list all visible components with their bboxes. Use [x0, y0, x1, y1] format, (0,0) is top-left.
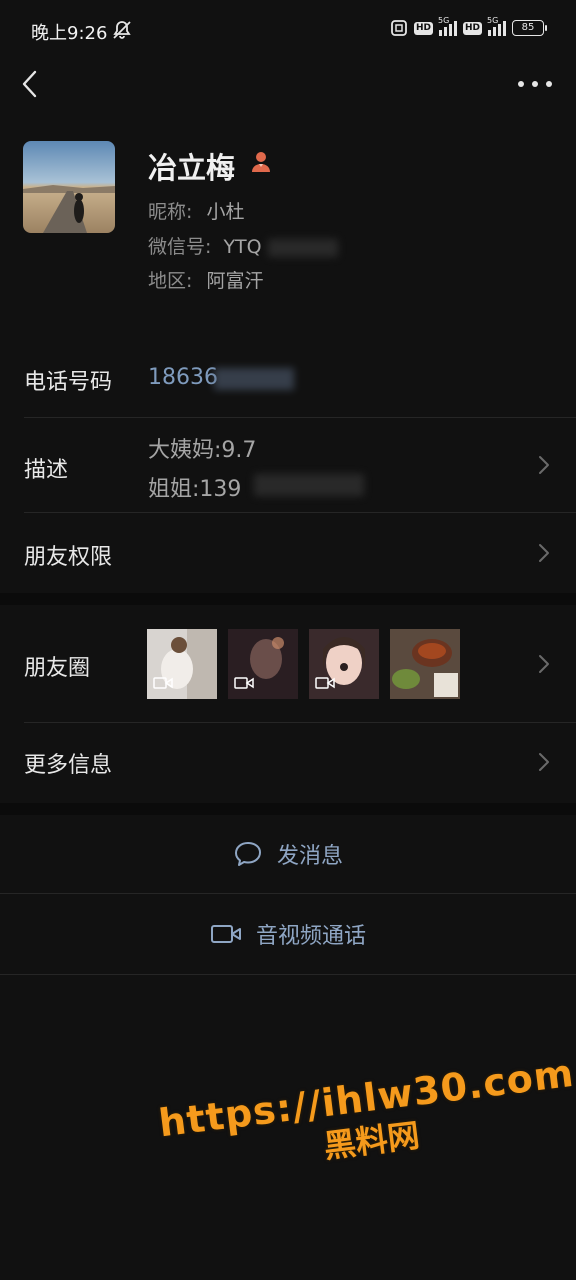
more-info-label: 更多信息: [24, 753, 113, 778]
chevron-right-icon: [538, 751, 550, 777]
description-row[interactable]: 描述 大姨妈:9.7 姐姐:139: [0, 418, 576, 513]
nickname-line: 昵称: 小杜: [148, 197, 244, 224]
moments-row[interactable]: 朋友圈: [0, 605, 576, 723]
hd-badge-2: HD: [462, 21, 482, 35]
region-value: 阿富汗: [206, 270, 264, 292]
status-time: 晚上9:26: [31, 23, 108, 44]
back-button[interactable]: [16, 66, 46, 102]
send-message-label: 发消息: [276, 844, 343, 869]
video-icon: [234, 674, 254, 693]
battery-icon: 85: [512, 20, 547, 36]
status-icons: HD 5G HD 5G 85: [390, 16, 547, 37]
back-arrow-icon: [22, 70, 37, 98]
phone-row[interactable]: 电话号码 18636: [0, 340, 576, 418]
friend-permissions-label: 朋友权限: [24, 545, 113, 570]
watermark: https://ihlw30.com 黑料网: [156, 1051, 576, 1187]
dot-icon: [546, 81, 552, 87]
region-line: 地区: 阿富汗: [148, 266, 263, 293]
section-gap: [0, 593, 576, 605]
mute-bell-icon: [111, 19, 133, 45]
nickname-value: 小杜: [206, 201, 245, 223]
moments-label: 朋友圈: [24, 656, 91, 681]
phone-value[interactable]: 18636: [148, 365, 218, 390]
chevron-right-icon: [538, 454, 550, 480]
section-gap: [0, 803, 576, 815]
chat-bubble-icon: [234, 842, 261, 866]
video-camera-icon: [210, 925, 241, 943]
nickname-label: 昵称:: [148, 201, 193, 223]
divider: [0, 974, 576, 975]
moment-thumbnail[interactable]: [309, 629, 379, 699]
avatar[interactable]: [23, 141, 115, 233]
blurred-region: [254, 474, 364, 496]
status-bar: 晚上9:26 HD 5G HD 5G 85: [0, 0, 576, 62]
moment-thumbnail[interactable]: [228, 629, 298, 699]
dot-icon: [532, 81, 538, 87]
wechat-id-value[interactable]: YTQ: [223, 236, 261, 258]
more-info-row[interactable]: 更多信息: [0, 723, 576, 803]
blurred-region: [267, 238, 338, 257]
video-call-label: 音视频通话: [255, 924, 366, 949]
blurred-region: [214, 368, 294, 390]
dot-icon: [518, 81, 524, 87]
video-call-button[interactable]: 音视频通话: [0, 894, 576, 974]
send-message-button[interactable]: 发消息: [0, 815, 576, 893]
more-options-button[interactable]: [518, 70, 552, 98]
nfc-icon: [391, 20, 407, 36]
moment-thumbnail[interactable]: [147, 629, 217, 699]
region-label: 地区:: [148, 270, 193, 292]
video-icon: [153, 674, 173, 693]
description-line-2: 姐姐:139: [148, 477, 242, 502]
wechat-id-label: 微信号:: [148, 236, 212, 258]
wechat-id-line: 微信号: YTQ: [148, 232, 338, 259]
video-icon: [315, 674, 335, 693]
profile-header: 冶立梅 昵称: 小杜 微信号: YTQ 地区: 阿富汗: [0, 120, 576, 330]
contact-name: 冶立梅: [148, 151, 236, 185]
moment-thumbnail[interactable]: [390, 629, 460, 699]
person-icon: [250, 150, 272, 178]
friend-permissions-row[interactable]: 朋友权限: [0, 513, 576, 593]
signal-icon-1: 5G: [438, 16, 457, 36]
chevron-right-icon: [538, 542, 550, 568]
hd-badge-1: HD: [413, 21, 433, 35]
description-line-1: 大姨妈:9.7: [148, 438, 257, 463]
phone-label: 电话号码: [24, 370, 113, 395]
signal-icon-2: 5G: [487, 16, 506, 36]
chevron-right-icon: [538, 653, 550, 679]
description-label: 描述: [24, 458, 69, 483]
